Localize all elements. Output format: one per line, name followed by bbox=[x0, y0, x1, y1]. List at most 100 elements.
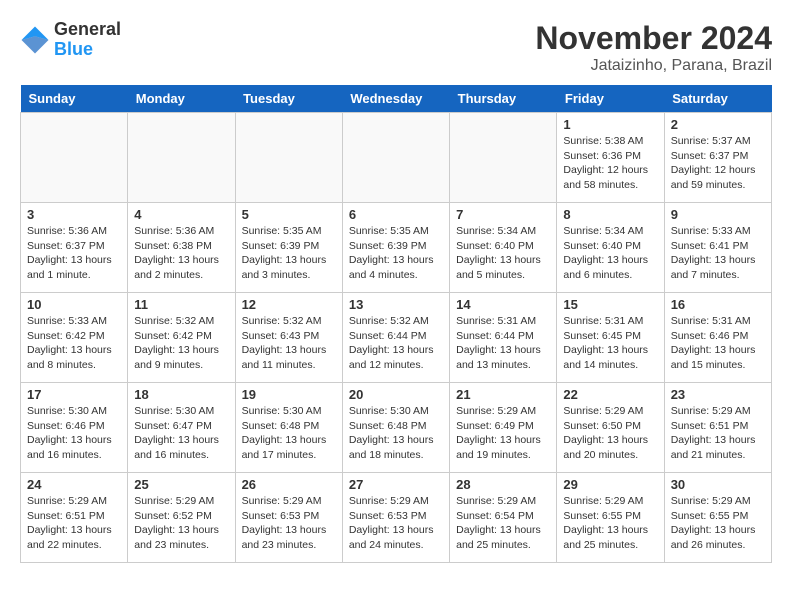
day-number: 8 bbox=[563, 207, 657, 222]
day-number: 30 bbox=[671, 477, 765, 492]
calendar-cell bbox=[235, 113, 342, 203]
title-block: November 2024 Jataizinho, Parana, Brazil bbox=[535, 20, 772, 75]
day-number: 9 bbox=[671, 207, 765, 222]
logo-text-blue: Blue bbox=[54, 40, 121, 60]
day-info: Sunrise: 5:29 AMSunset: 6:55 PMDaylight:… bbox=[671, 494, 765, 553]
calendar-cell: 19Sunrise: 5:30 AMSunset: 6:48 PMDayligh… bbox=[235, 383, 342, 473]
day-info: Sunrise: 5:33 AMSunset: 6:41 PMDaylight:… bbox=[671, 224, 765, 283]
day-info: Sunrise: 5:36 AMSunset: 6:37 PMDaylight:… bbox=[27, 224, 121, 283]
calendar-cell: 20 Sunrise: 5:30 AMSunset: 6:48 PMDayligh… bbox=[342, 383, 449, 473]
calendar-cell: 23 Sunrise: 5:29 AMSunset: 6:51 PMDayligh… bbox=[664, 383, 771, 473]
calendar-cell: 11Sunrise: 5:32 AMSunset: 6:42 PMDayligh… bbox=[128, 293, 235, 383]
calendar-cell: 6 Sunrise: 5:35 AMSunset: 6:39 PMDaylight… bbox=[342, 203, 449, 293]
day-info: Sunrise: 5:35 AMSunset: 6:39 PMDaylight:… bbox=[349, 224, 443, 283]
calendar-cell: 5 Sunrise: 5:35 AMSunset: 6:39 PMDaylight… bbox=[235, 203, 342, 293]
day-number: 3 bbox=[27, 207, 121, 222]
day-number: 27 bbox=[349, 477, 443, 492]
calendar-cell: 18Sunrise: 5:30 AMSunset: 6:47 PMDayligh… bbox=[128, 383, 235, 473]
day-number: 23 bbox=[671, 387, 765, 402]
day-info: Sunrise: 5:29 AMSunset: 6:51 PMDaylight:… bbox=[671, 404, 765, 463]
day-number: 25 bbox=[134, 477, 228, 492]
calendar-week-3: 10 Sunrise: 5:33 AMSunset: 6:42 PMDayligh… bbox=[21, 293, 772, 383]
day-number: 26 bbox=[242, 477, 336, 492]
calendar-cell: 29 Sunrise: 5:29 AMSunset: 6:55 PMDayligh… bbox=[557, 473, 664, 563]
calendar-cell: 17 Sunrise: 5:30 AMSunset: 6:46 PMDayligh… bbox=[21, 383, 128, 473]
calendar-cell: 28 Sunrise: 5:29 AMSunset: 6:54 PMDayligh… bbox=[450, 473, 557, 563]
calendar-cell bbox=[21, 113, 128, 203]
day-info: Sunrise: 5:29 AMSunset: 6:50 PMDaylight:… bbox=[563, 404, 657, 463]
calendar-cell: 8 Sunrise: 5:34 AMSunset: 6:40 PMDaylight… bbox=[557, 203, 664, 293]
page-header: General Blue November 2024 Jataizinho, P… bbox=[20, 20, 772, 75]
day-number: 10 bbox=[27, 297, 121, 312]
calendar-cell: 12 Sunrise: 5:32 AMSunset: 6:43 PMDayligh… bbox=[235, 293, 342, 383]
day-number: 7 bbox=[456, 207, 550, 222]
day-number: 29 bbox=[563, 477, 657, 492]
day-number: 12 bbox=[242, 297, 336, 312]
day-info: Sunrise: 5:30 AMSunset: 6:46 PMDaylight:… bbox=[27, 404, 121, 463]
day-number: 6 bbox=[349, 207, 443, 222]
day-info: Sunrise: 5:33 AMSunset: 6:42 PMDaylight:… bbox=[27, 314, 121, 373]
day-info: Sunrise: 5:32 AMSunset: 6:44 PMDaylight:… bbox=[349, 314, 443, 373]
calendar-cell bbox=[450, 113, 557, 203]
day-number: 24 bbox=[27, 477, 121, 492]
weekday-header-monday: Monday bbox=[128, 85, 235, 113]
calendar-cell: 15 Sunrise: 5:31 AMSunset: 6:45 PMDayligh… bbox=[557, 293, 664, 383]
calendar-cell: 3 Sunrise: 5:36 AMSunset: 6:37 PMDaylight… bbox=[21, 203, 128, 293]
calendar-week-2: 3 Sunrise: 5:36 AMSunset: 6:37 PMDaylight… bbox=[21, 203, 772, 293]
day-info: Sunrise: 5:34 AMSunset: 6:40 PMDaylight:… bbox=[563, 224, 657, 283]
calendar-cell: 7 Sunrise: 5:34 AMSunset: 6:40 PMDaylight… bbox=[450, 203, 557, 293]
weekday-header-wednesday: Wednesday bbox=[342, 85, 449, 113]
day-info: Sunrise: 5:37 AMSunset: 6:37 PMDaylight:… bbox=[671, 134, 765, 193]
day-info: Sunrise: 5:36 AMSunset: 6:38 PMDaylight:… bbox=[134, 224, 228, 283]
weekday-header-sunday: Sunday bbox=[21, 85, 128, 113]
calendar-cell bbox=[128, 113, 235, 203]
day-info: Sunrise: 5:29 AMSunset: 6:53 PMDaylight:… bbox=[242, 494, 336, 553]
day-info: Sunrise: 5:38 AMSunset: 6:36 PMDaylight:… bbox=[563, 134, 657, 193]
day-info: Sunrise: 5:31 AMSunset: 6:46 PMDaylight:… bbox=[671, 314, 765, 373]
day-number: 15 bbox=[563, 297, 657, 312]
weekday-header-tuesday: Tuesday bbox=[235, 85, 342, 113]
day-info: Sunrise: 5:29 AMSunset: 6:49 PMDaylight:… bbox=[456, 404, 550, 463]
logo: General Blue bbox=[20, 20, 121, 60]
calendar-cell: 30 Sunrise: 5:29 AMSunset: 6:55 PMDayligh… bbox=[664, 473, 771, 563]
calendar-cell: 13 Sunrise: 5:32 AMSunset: 6:44 PMDayligh… bbox=[342, 293, 449, 383]
day-info: Sunrise: 5:29 AMSunset: 6:52 PMDaylight:… bbox=[134, 494, 228, 553]
day-number: 21 bbox=[456, 387, 550, 402]
day-info: Sunrise: 5:30 AMSunset: 6:48 PMDaylight:… bbox=[349, 404, 443, 463]
day-info: Sunrise: 5:32 AMSunset: 6:43 PMDaylight:… bbox=[242, 314, 336, 373]
day-info: Sunrise: 5:31 AMSunset: 6:44 PMDaylight:… bbox=[456, 314, 550, 373]
calendar-cell: 27Sunrise: 5:29 AMSunset: 6:53 PMDayligh… bbox=[342, 473, 449, 563]
day-number: 19 bbox=[242, 387, 336, 402]
calendar-cell: 22 Sunrise: 5:29 AMSunset: 6:50 PMDayligh… bbox=[557, 383, 664, 473]
day-info: Sunrise: 5:29 AMSunset: 6:55 PMDaylight:… bbox=[563, 494, 657, 553]
day-number: 22 bbox=[563, 387, 657, 402]
day-info: Sunrise: 5:29 AMSunset: 6:51 PMDaylight:… bbox=[27, 494, 121, 553]
day-info: Sunrise: 5:29 AMSunset: 6:54 PMDaylight:… bbox=[456, 494, 550, 553]
calendar-cell: 14 Sunrise: 5:31 AMSunset: 6:44 PMDayligh… bbox=[450, 293, 557, 383]
day-number: 1 bbox=[563, 117, 657, 132]
calendar-cell: 25 Sunrise: 5:29 AMSunset: 6:52 PMDayligh… bbox=[128, 473, 235, 563]
day-info: Sunrise: 5:35 AMSunset: 6:39 PMDaylight:… bbox=[242, 224, 336, 283]
calendar-table: SundayMondayTuesdayWednesdayThursdayFrid… bbox=[20, 85, 772, 563]
day-number: 13 bbox=[349, 297, 443, 312]
location-title: Jataizinho, Parana, Brazil bbox=[535, 57, 772, 75]
calendar-week-1: 1 Sunrise: 5:38 AMSunset: 6:36 PMDaylight… bbox=[21, 113, 772, 203]
calendar-cell: 10 Sunrise: 5:33 AMSunset: 6:42 PMDayligh… bbox=[21, 293, 128, 383]
day-number: 18 bbox=[134, 387, 228, 402]
day-number: 14 bbox=[456, 297, 550, 312]
weekday-header-saturday: Saturday bbox=[664, 85, 771, 113]
calendar-week-4: 17 Sunrise: 5:30 AMSunset: 6:46 PMDayligh… bbox=[21, 383, 772, 473]
day-number: 17 bbox=[27, 387, 121, 402]
day-number: 28 bbox=[456, 477, 550, 492]
calendar-cell: 1 Sunrise: 5:38 AMSunset: 6:36 PMDaylight… bbox=[557, 113, 664, 203]
calendar-week-5: 24 Sunrise: 5:29 AMSunset: 6:51 PMDayligh… bbox=[21, 473, 772, 563]
calendar-cell: 24 Sunrise: 5:29 AMSunset: 6:51 PMDayligh… bbox=[21, 473, 128, 563]
day-info: Sunrise: 5:32 AMSunset: 6:42 PMDaylight:… bbox=[134, 314, 228, 373]
day-info: Sunrise: 5:31 AMSunset: 6:45 PMDaylight:… bbox=[563, 314, 657, 373]
calendar-header-row: SundayMondayTuesdayWednesdayThursdayFrid… bbox=[21, 85, 772, 113]
day-number: 20 bbox=[349, 387, 443, 402]
day-info: Sunrise: 5:34 AMSunset: 6:40 PMDaylight:… bbox=[456, 224, 550, 283]
day-number: 5 bbox=[242, 207, 336, 222]
day-number: 16 bbox=[671, 297, 765, 312]
logo-text-general: General bbox=[54, 20, 121, 40]
